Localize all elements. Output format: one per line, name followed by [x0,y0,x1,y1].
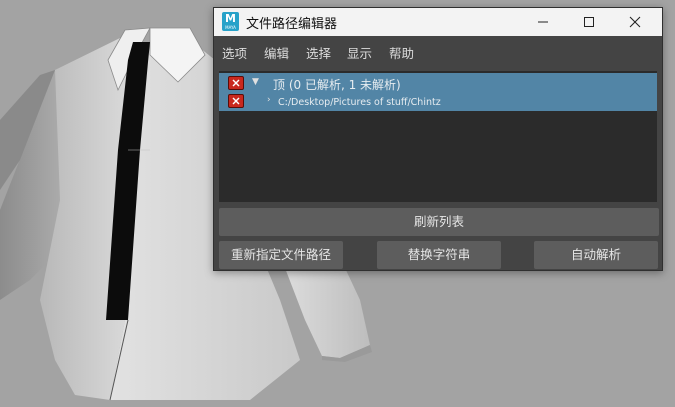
tree-row-child[interactable]: › C:/Desktop/Pictures of stuff/Chintz [219,93,657,111]
minimize-icon [538,21,548,23]
error-x-icon [228,76,244,90]
menu-help[interactable]: 帮助 [389,43,414,62]
retarget-file-path-button[interactable]: 重新指定文件路径 [219,241,343,269]
menu-edit[interactable]: 编辑 [264,43,289,62]
minimize-button[interactable] [520,8,566,36]
tree-root-label: 顶 (0 已解析, 1 未解析) [273,78,401,92]
file-path-editor-dialog: M MAYA 文件路径编辑器 选项 编辑 选择 显示 帮助 ▼ 顶 (0 已解析… [213,7,663,271]
menu-bar: 选项 编辑 选择 显示 帮助 [214,36,662,66]
menu-options[interactable]: 选项 [222,43,247,62]
app-icon-sublabel: MAYA [225,25,236,30]
maximize-button[interactable] [566,8,612,36]
tree-row-root[interactable]: ▼ 顶 (0 已解析, 1 未解析) [219,73,657,93]
replace-string-button[interactable]: 替换字符串 [377,241,501,269]
app-icon-letter: M [225,12,236,25]
file-path-tree[interactable]: ▼ 顶 (0 已解析, 1 未解析) › C:/Desktop/Pictures… [219,71,657,202]
title-bar[interactable]: M MAYA 文件路径编辑器 [214,8,662,36]
tree-child-path: C:/Desktop/Pictures of stuff/Chintz [278,97,441,108]
refresh-list-button[interactable]: 刷新列表 [219,208,659,236]
error-x-icon [228,94,244,108]
menu-select[interactable]: 选择 [306,43,331,62]
window-title: 文件路径编辑器 [246,17,338,32]
expand-chevron-down-icon[interactable]: ▼ [252,77,259,87]
maya-app-icon: M MAYA [222,12,239,31]
expand-chevron-right-icon[interactable]: › [267,95,271,105]
close-button[interactable] [612,8,658,36]
menu-display[interactable]: 显示 [347,43,372,62]
close-icon [629,16,641,28]
maximize-icon [584,17,594,27]
auto-resolve-button[interactable]: 自动解析 [534,241,658,269]
